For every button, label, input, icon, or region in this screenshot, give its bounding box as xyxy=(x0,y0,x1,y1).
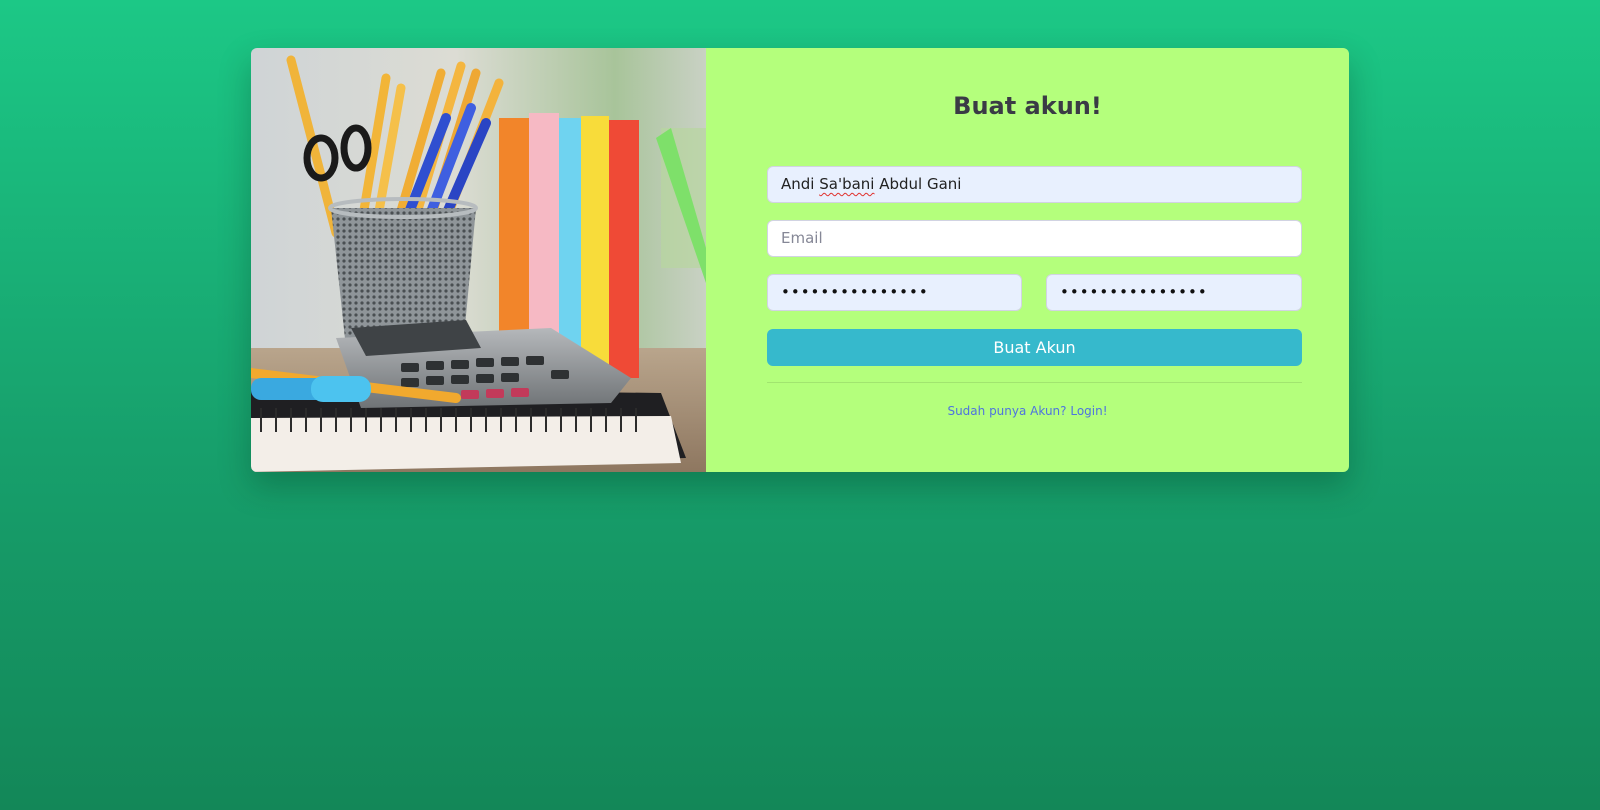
create-account-button[interactable]: Buat Akun xyxy=(767,329,1302,366)
register-card: Buat akun! Andi Sa'bani Abdul Gani Email… xyxy=(251,48,1349,472)
login-link[interactable]: Sudah punya Akun? Login! xyxy=(706,404,1349,418)
full-name-input[interactable]: Andi Sa'bani Abdul Gani xyxy=(767,166,1302,203)
email-placeholder: Email xyxy=(781,229,823,247)
school-supplies-image xyxy=(251,48,706,472)
divider xyxy=(767,382,1302,383)
password-mask: ••••••••••••••• xyxy=(781,283,929,301)
password-input[interactable]: ••••••••••••••• xyxy=(767,274,1022,311)
email-input[interactable]: Email xyxy=(767,220,1302,257)
page-title: Buat akun! xyxy=(953,92,1102,120)
full-name-value-misspelled-word: Sa'bani xyxy=(819,175,875,193)
register-form-panel: Buat akun! Andi Sa'bani Abdul Gani Email… xyxy=(706,48,1349,472)
full-name-value-part: Abdul Gani xyxy=(874,175,962,193)
repeat-password-input[interactable]: ••••••••••••••• xyxy=(1046,274,1302,311)
repeat-password-mask: ••••••••••••••• xyxy=(1060,283,1208,301)
full-name-value-part: Andi xyxy=(781,175,820,193)
